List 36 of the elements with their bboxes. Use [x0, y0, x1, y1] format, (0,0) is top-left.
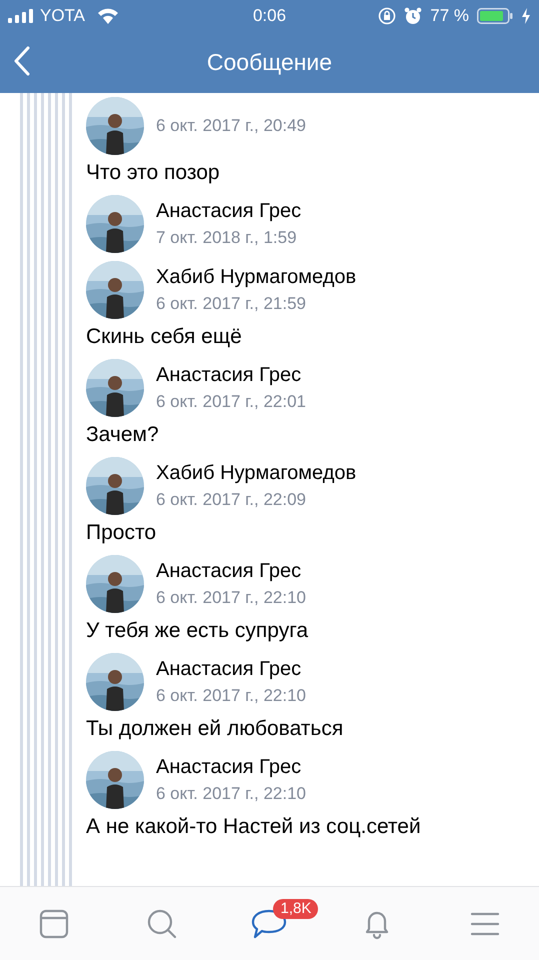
author-name[interactable]: Анастасия Грес	[156, 657, 306, 681]
author-name[interactable]: Анастасия Грес	[156, 755, 306, 779]
alarm-icon	[404, 7, 422, 25]
message-text: А не какой-то Настей из соц.сетей	[86, 814, 422, 840]
author-name[interactable]: Анастасия Грес	[156, 559, 306, 583]
wifi-icon	[97, 8, 120, 24]
rotation-lock-icon	[378, 7, 396, 25]
author-name[interactable]: Хабиб Нурмагомедов	[156, 461, 356, 485]
message-text: Просто	[86, 520, 158, 546]
news-icon	[38, 908, 70, 940]
header-title: Сообщение	[206, 48, 332, 78]
message-date: 6 окт. 2017 г., 22:10	[156, 783, 306, 805]
signal-icon	[8, 9, 34, 23]
charging-icon	[521, 8, 531, 24]
message-text: Ты должен ей любоваться	[86, 716, 344, 742]
message-date: 6 окт. 2017 г., 22:10	[156, 685, 306, 707]
battery-icon	[477, 8, 513, 24]
battery-percent: 77 %	[430, 5, 469, 28]
back-icon	[14, 46, 30, 76]
message-date: 6 окт. 2017 г., 22:10	[156, 587, 306, 609]
message-date: 6 окт. 2017 г., 22:09	[156, 489, 307, 511]
author-name[interactable]: Анастасия Грес	[156, 363, 306, 387]
clock-time: 0:06	[252, 5, 286, 28]
search-icon	[146, 908, 178, 940]
message-date: 6 окт. 2017 г., 22:01	[156, 391, 306, 413]
carrier-name: YOTA	[40, 5, 86, 28]
message-text: Что это позор	[86, 160, 221, 186]
message-text: У тебя же есть супруга	[86, 618, 310, 644]
author-name[interactable]: Хабиб Нурмагомедов	[156, 265, 356, 289]
message-date: 6 окт. 2017 г., 21:59	[156, 293, 307, 315]
message-date: 6 окт. 2017 г., 20:49	[156, 115, 306, 137]
unread-count: 1,8K	[273, 898, 318, 918]
message-text: Зачем?	[86, 422, 160, 448]
message-text: Скинь себя ещё	[86, 324, 243, 350]
author-name[interactable]: Анастасия Грес	[156, 199, 302, 223]
message-date: 7 окт. 2018 г., 1:59	[156, 227, 298, 249]
